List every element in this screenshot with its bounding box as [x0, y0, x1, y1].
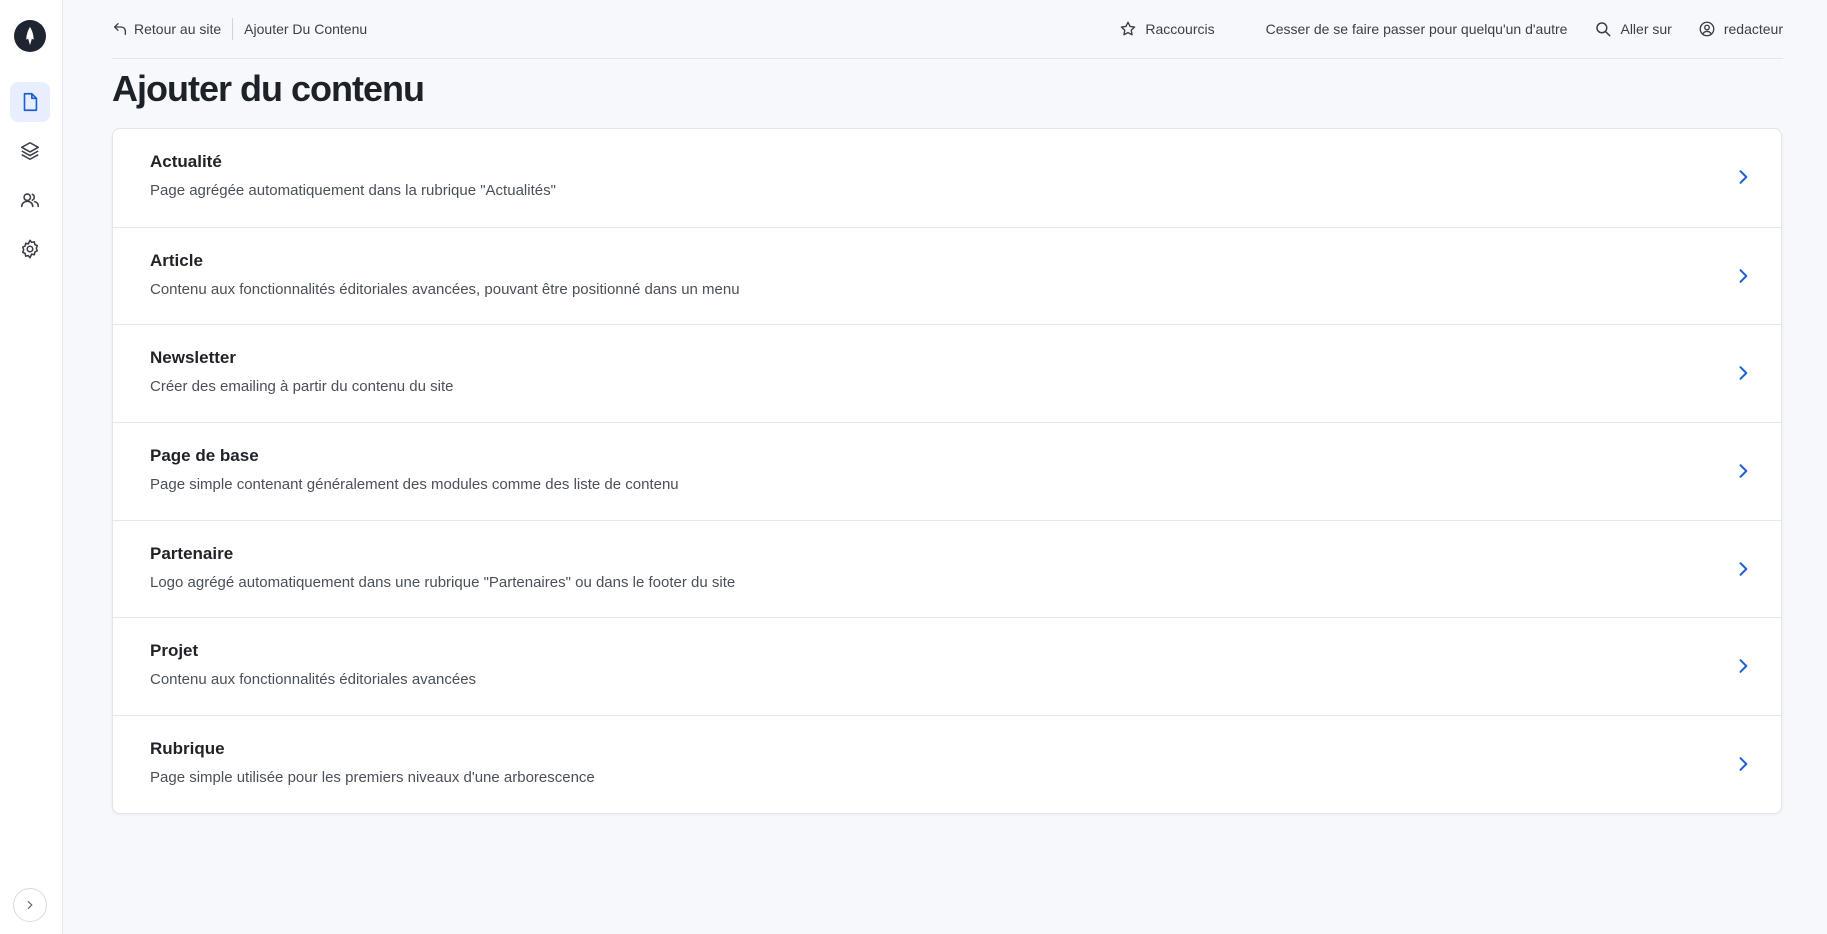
shortcuts-button[interactable]: Raccourcis: [1119, 20, 1215, 38]
item-description: Page agrégée automatiquement dans la rub…: [150, 182, 556, 199]
gear-icon: [21, 239, 39, 259]
item-title: Article: [150, 250, 203, 270]
user-label: redacteur: [1723, 21, 1783, 37]
item-description: Contenu aux fonctionnalités éditoriales …: [150, 280, 740, 298]
stop-impersonation-label: Cesser de se faire passer pour quelqu'un…: [1265, 21, 1568, 37]
content-type-item-page-de-base[interactable]: Page de base Page simple contenant génér…: [113, 422, 1781, 520]
content-type-item-rubrique[interactable]: Rubrique Page simple utilisée pour les p…: [113, 715, 1781, 813]
item-description: Créer des emailing à partir du contenu d…: [150, 378, 454, 396]
undo-arrow-icon: [114, 23, 126, 35]
goto-label: Aller sur: [1620, 21, 1672, 37]
item-title: Page de base: [150, 446, 259, 466]
chevron-right-icon: [1739, 561, 1748, 576]
sidebar-expand-button[interactable]: [13, 888, 47, 922]
item-description: Page simple contenant généralement des m…: [150, 476, 679, 494]
user-circle-icon: [1699, 21, 1715, 37]
star-icon: [1121, 21, 1136, 36]
stop-impersonation-link[interactable]: Cesser de se faire passer pour quelqu'un…: [1266, 21, 1568, 37]
chevron-right-icon: [27, 900, 33, 910]
sidebar-item-settings[interactable]: [10, 229, 50, 269]
sidebar-item-content[interactable]: [10, 82, 50, 122]
file-icon: [23, 92, 38, 112]
chevron-right-icon: [1739, 170, 1748, 184]
item-title: Rubrique: [150, 739, 225, 759]
chevron-right-icon: [1739, 659, 1748, 674]
breadcrumb-divider: [232, 18, 234, 40]
search-icon: [1596, 22, 1611, 37]
content-type-item-actualite[interactable]: Actualité Page agrégée automatiquement d…: [113, 129, 1781, 227]
content-type-item-partenaire[interactable]: Partenaire Logo agrégé automatiquement d…: [113, 519, 1781, 618]
item-description: Contenu aux fonctionnalités éditoriales …: [150, 671, 477, 689]
sidebar: [0, 0, 63, 934]
item-description: Page simple utilisée pour les premiers n…: [150, 769, 595, 787]
content-type-list: Actualité Page agrégée automatiquement d…: [112, 128, 1782, 814]
content-type-item-newsletter[interactable]: Newsletter Créer des emailing à partir d…: [113, 324, 1781, 422]
item-title: Projet: [150, 641, 199, 661]
item-title: Partenaire: [150, 543, 234, 563]
rocket-logo-icon[interactable]: [14, 20, 46, 52]
item-description: Logo agrégé automatiquement dans une rub…: [150, 573, 736, 591]
shortcuts-label: Raccourcis: [1145, 21, 1215, 37]
chevron-right-icon: [1739, 757, 1748, 771]
content-type-item-article[interactable]: Article Contenu aux fonctionnalités édit…: [113, 226, 1781, 325]
breadcrumb: Ajouter Du Contenu: [244, 21, 368, 37]
goto-button[interactable]: Aller sur: [1594, 20, 1672, 38]
item-title: Actualité: [150, 152, 222, 171]
item-title: Newsletter: [150, 348, 236, 368]
back-to-site-link[interactable]: Retour au site: [112, 21, 221, 37]
page-title: Ajouter du contenu: [112, 68, 425, 109]
chevron-right-icon: [1739, 268, 1748, 283]
content-type-item-projet[interactable]: Projet Contenu aux fonctionnalités édito…: [113, 617, 1781, 715]
chevron-right-icon: [1739, 366, 1748, 381]
chevron-right-icon: [1739, 464, 1748, 478]
layers-icon: [20, 141, 40, 161]
user-menu-button[interactable]: redacteur: [1698, 20, 1783, 38]
topbar: Retour au site Ajouter Du Contenu Raccou…: [112, 0, 1783, 59]
sidebar-item-users[interactable]: [10, 180, 50, 220]
topbar-right: Raccourcis Cesser de se faire passer pou…: [1119, 20, 1783, 38]
back-to-site-label: Retour au site: [134, 21, 222, 37]
topbar-left: Retour au site Ajouter Du Contenu: [112, 18, 367, 40]
sidebar-item-layers[interactable]: [10, 131, 50, 171]
users-icon: [20, 193, 40, 208]
